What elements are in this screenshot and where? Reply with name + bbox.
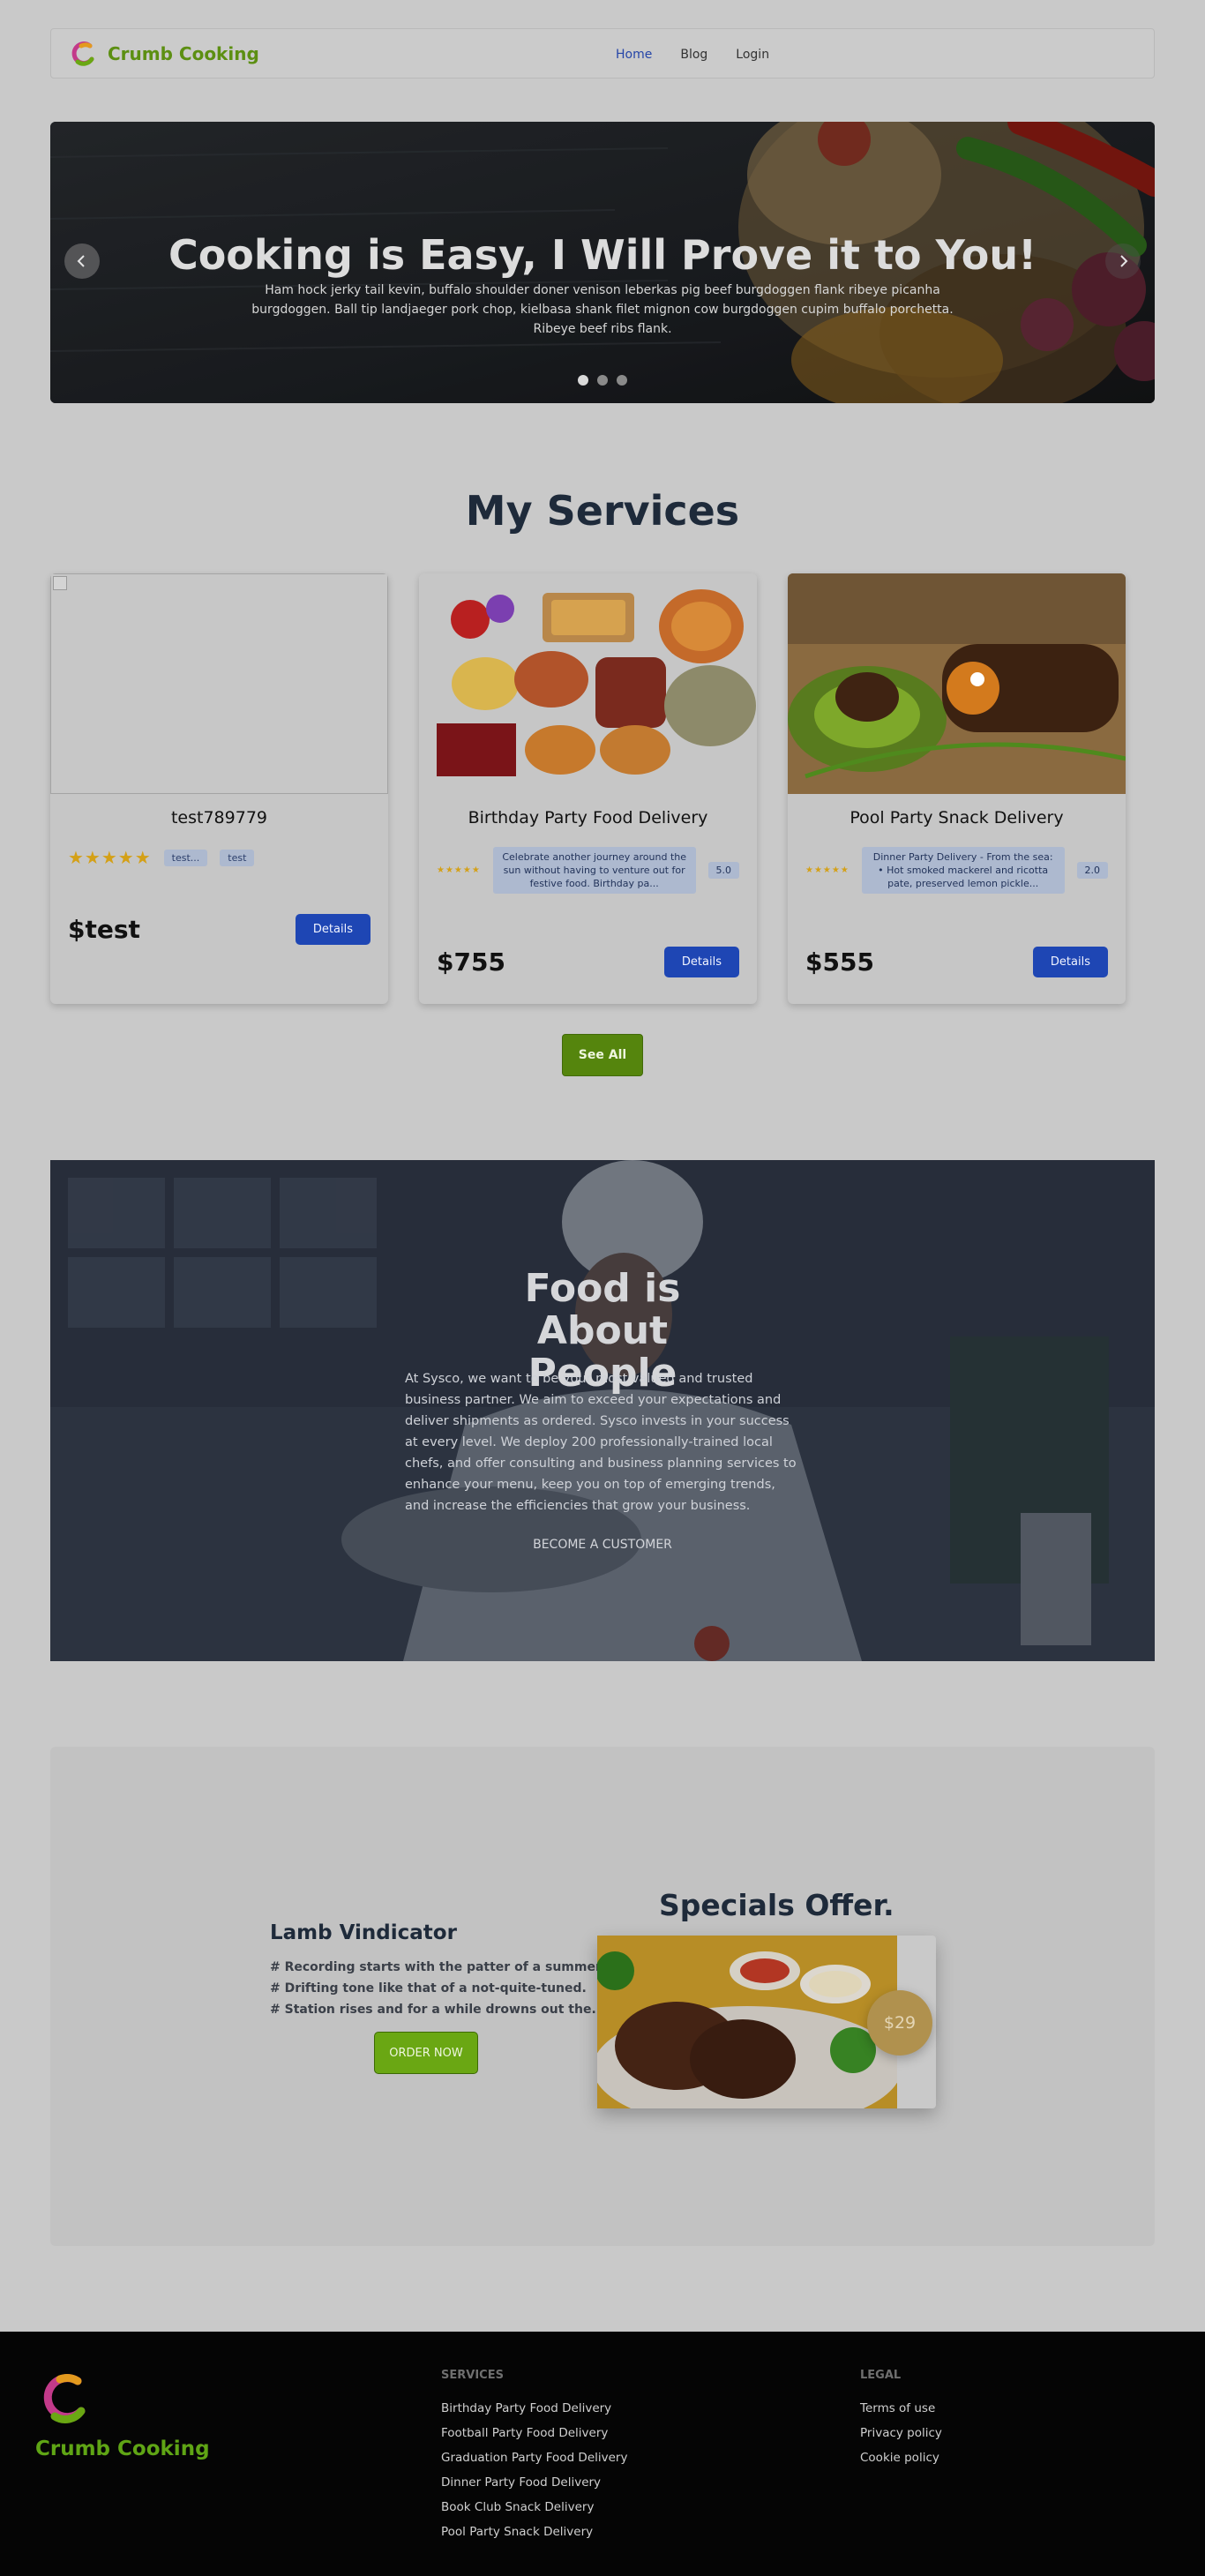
carousel-dot-1[interactable] [578, 375, 588, 386]
footer-link[interactable]: Graduation Party Food Delivery [441, 2445, 627, 2470]
card-footer: $555 Details [788, 947, 1126, 977]
footer-link[interactable]: Cookie policy [860, 2445, 942, 2470]
see-all-button[interactable]: See All [562, 1034, 643, 1076]
star-rating-icon: ★★★★★ [805, 865, 849, 875]
snack-cake-image [788, 573, 1126, 794]
footer-link[interactable]: Terms of use [860, 2396, 942, 2421]
nav-links: Home Blog Login [616, 29, 769, 79]
service-meta: ★★★★★ Dinner Party Delivery - From the s… [788, 847, 1126, 894]
service-price: $test [68, 915, 140, 944]
dish-description: # Recording starts with the patter of a … [270, 1957, 604, 2020]
footer-link[interactable]: Football Party Food Delivery [441, 2421, 627, 2445]
become-customer-link[interactable]: BECOME A CUSTOMER [50, 1538, 1155, 1552]
card-footer: $755 Details [419, 947, 757, 977]
details-button[interactable]: Details [1032, 947, 1108, 977]
service-name: Birthday Party Food Delivery [468, 808, 708, 827]
carousel-dot-3[interactable] [617, 375, 627, 386]
specials-title: Specials Offer. [659, 1888, 894, 1922]
card-footer: $test Details [50, 914, 388, 945]
hero-carousel: Cooking is Easy, I Will Prove it to You!… [50, 122, 1155, 403]
hero-title: Cooking is Easy, I Will Prove it to You! [168, 231, 1037, 279]
broken-image [50, 573, 388, 794]
dish-title: Lamb Vindicator [270, 1921, 457, 1944]
navbar: Crumb Cooking Home Blog Login [50, 28, 1155, 79]
footer-link[interactable]: Pool Party Snack Delivery [441, 2520, 627, 2544]
service-description: Celebrate another journey around the sun… [492, 847, 696, 894]
service-tag: test... [163, 849, 208, 866]
brand-name: Crumb Cooking [108, 42, 259, 64]
about-body: At Sysco, we want to be your most valued… [405, 1372, 797, 1513]
service-price: $755 [437, 947, 505, 977]
specials-section: Specials Offer. Lamb Vindicator # Record… [50, 1747, 1155, 2246]
service-card: Pool Party Snack Delivery ★★★★★ Dinner P… [788, 573, 1126, 1004]
special-image [597, 1936, 897, 2108]
service-name: Pool Party Snack Delivery [849, 808, 1064, 827]
footer-link[interactable]: Privacy policy [860, 2421, 942, 2445]
details-button[interactable]: Details [295, 914, 370, 945]
footer-services: SERVICES Birthday Party Food Delivery Fo… [441, 2369, 627, 2544]
party-food-image [419, 573, 757, 794]
footer-link[interactable]: Birthday Party Food Delivery [441, 2396, 627, 2421]
service-meta: ★★★★★ Celebrate another journey around t… [419, 847, 757, 894]
footer-link[interactable]: Dinner Party Food Delivery [441, 2470, 627, 2495]
service-card: test789779 ★★★★★ test... test $test Deta… [50, 573, 388, 1004]
footer-brand: Crumb Cooking [35, 2437, 210, 2460]
service-description: Dinner Party Delivery - From the sea: • … [861, 847, 1065, 894]
carousel-indicators [50, 375, 1155, 386]
special-offer-card: $29 [597, 1936, 936, 2108]
footer-services-heading: SERVICES [441, 2369, 504, 2382]
about-section: Food is About People At Sysco, we want t… [50, 1160, 1155, 1661]
star-rating-icon: ★★★★★ [437, 865, 481, 875]
nav-link-login[interactable]: Login [736, 48, 769, 62]
services-title: My Services [465, 487, 740, 535]
brand-logo-icon [71, 41, 94, 66]
carousel-dot-2[interactable] [597, 375, 608, 386]
footer-link[interactable]: Book Club Snack Delivery [441, 2495, 627, 2520]
price-badge: $29 [867, 1990, 932, 2056]
nav-link-blog[interactable]: Blog [680, 48, 707, 62]
service-image [788, 573, 1126, 794]
brand[interactable]: Crumb Cooking [71, 41, 259, 67]
service-rating: 2.0 [1076, 862, 1108, 879]
service-image [419, 573, 757, 794]
order-now-button[interactable]: ORDER NOW [374, 2032, 478, 2074]
service-card: Birthday Party Food Delivery ★★★★★ Celeb… [419, 573, 757, 1004]
service-name: test789779 [170, 808, 268, 827]
service-tag: test [220, 849, 255, 866]
ribs-dish-image [597, 1936, 897, 2108]
service-meta: ★★★★★ test... test [50, 847, 388, 868]
service-rating: 5.0 [707, 862, 739, 879]
footer: Crumb Cooking SERVICES Birthday Party Fo… [0, 2332, 1205, 2576]
star-rating-icon: ★★★★★ [68, 847, 152, 868]
hero-subtitle: Ham hock jerky tail kevin, buffalo shoul… [251, 283, 954, 336]
dish-line: # Drifting tone like that of a not-quite… [270, 1981, 587, 1996]
broken-image-icon [53, 576, 67, 590]
dish-line: # Recording starts with the patter of a … [270, 1960, 605, 1974]
footer-legal: LEGAL Terms of use Privacy policy Cookie… [860, 2369, 942, 2470]
service-price: $555 [805, 947, 874, 977]
details-button[interactable]: Details [663, 947, 739, 977]
footer-logo-icon [43, 2374, 86, 2423]
footer-legal-heading: LEGAL [860, 2369, 902, 2382]
nav-link-home[interactable]: Home [616, 48, 652, 62]
dish-line: # Station rises and for a while drowns o… [270, 2003, 596, 2017]
